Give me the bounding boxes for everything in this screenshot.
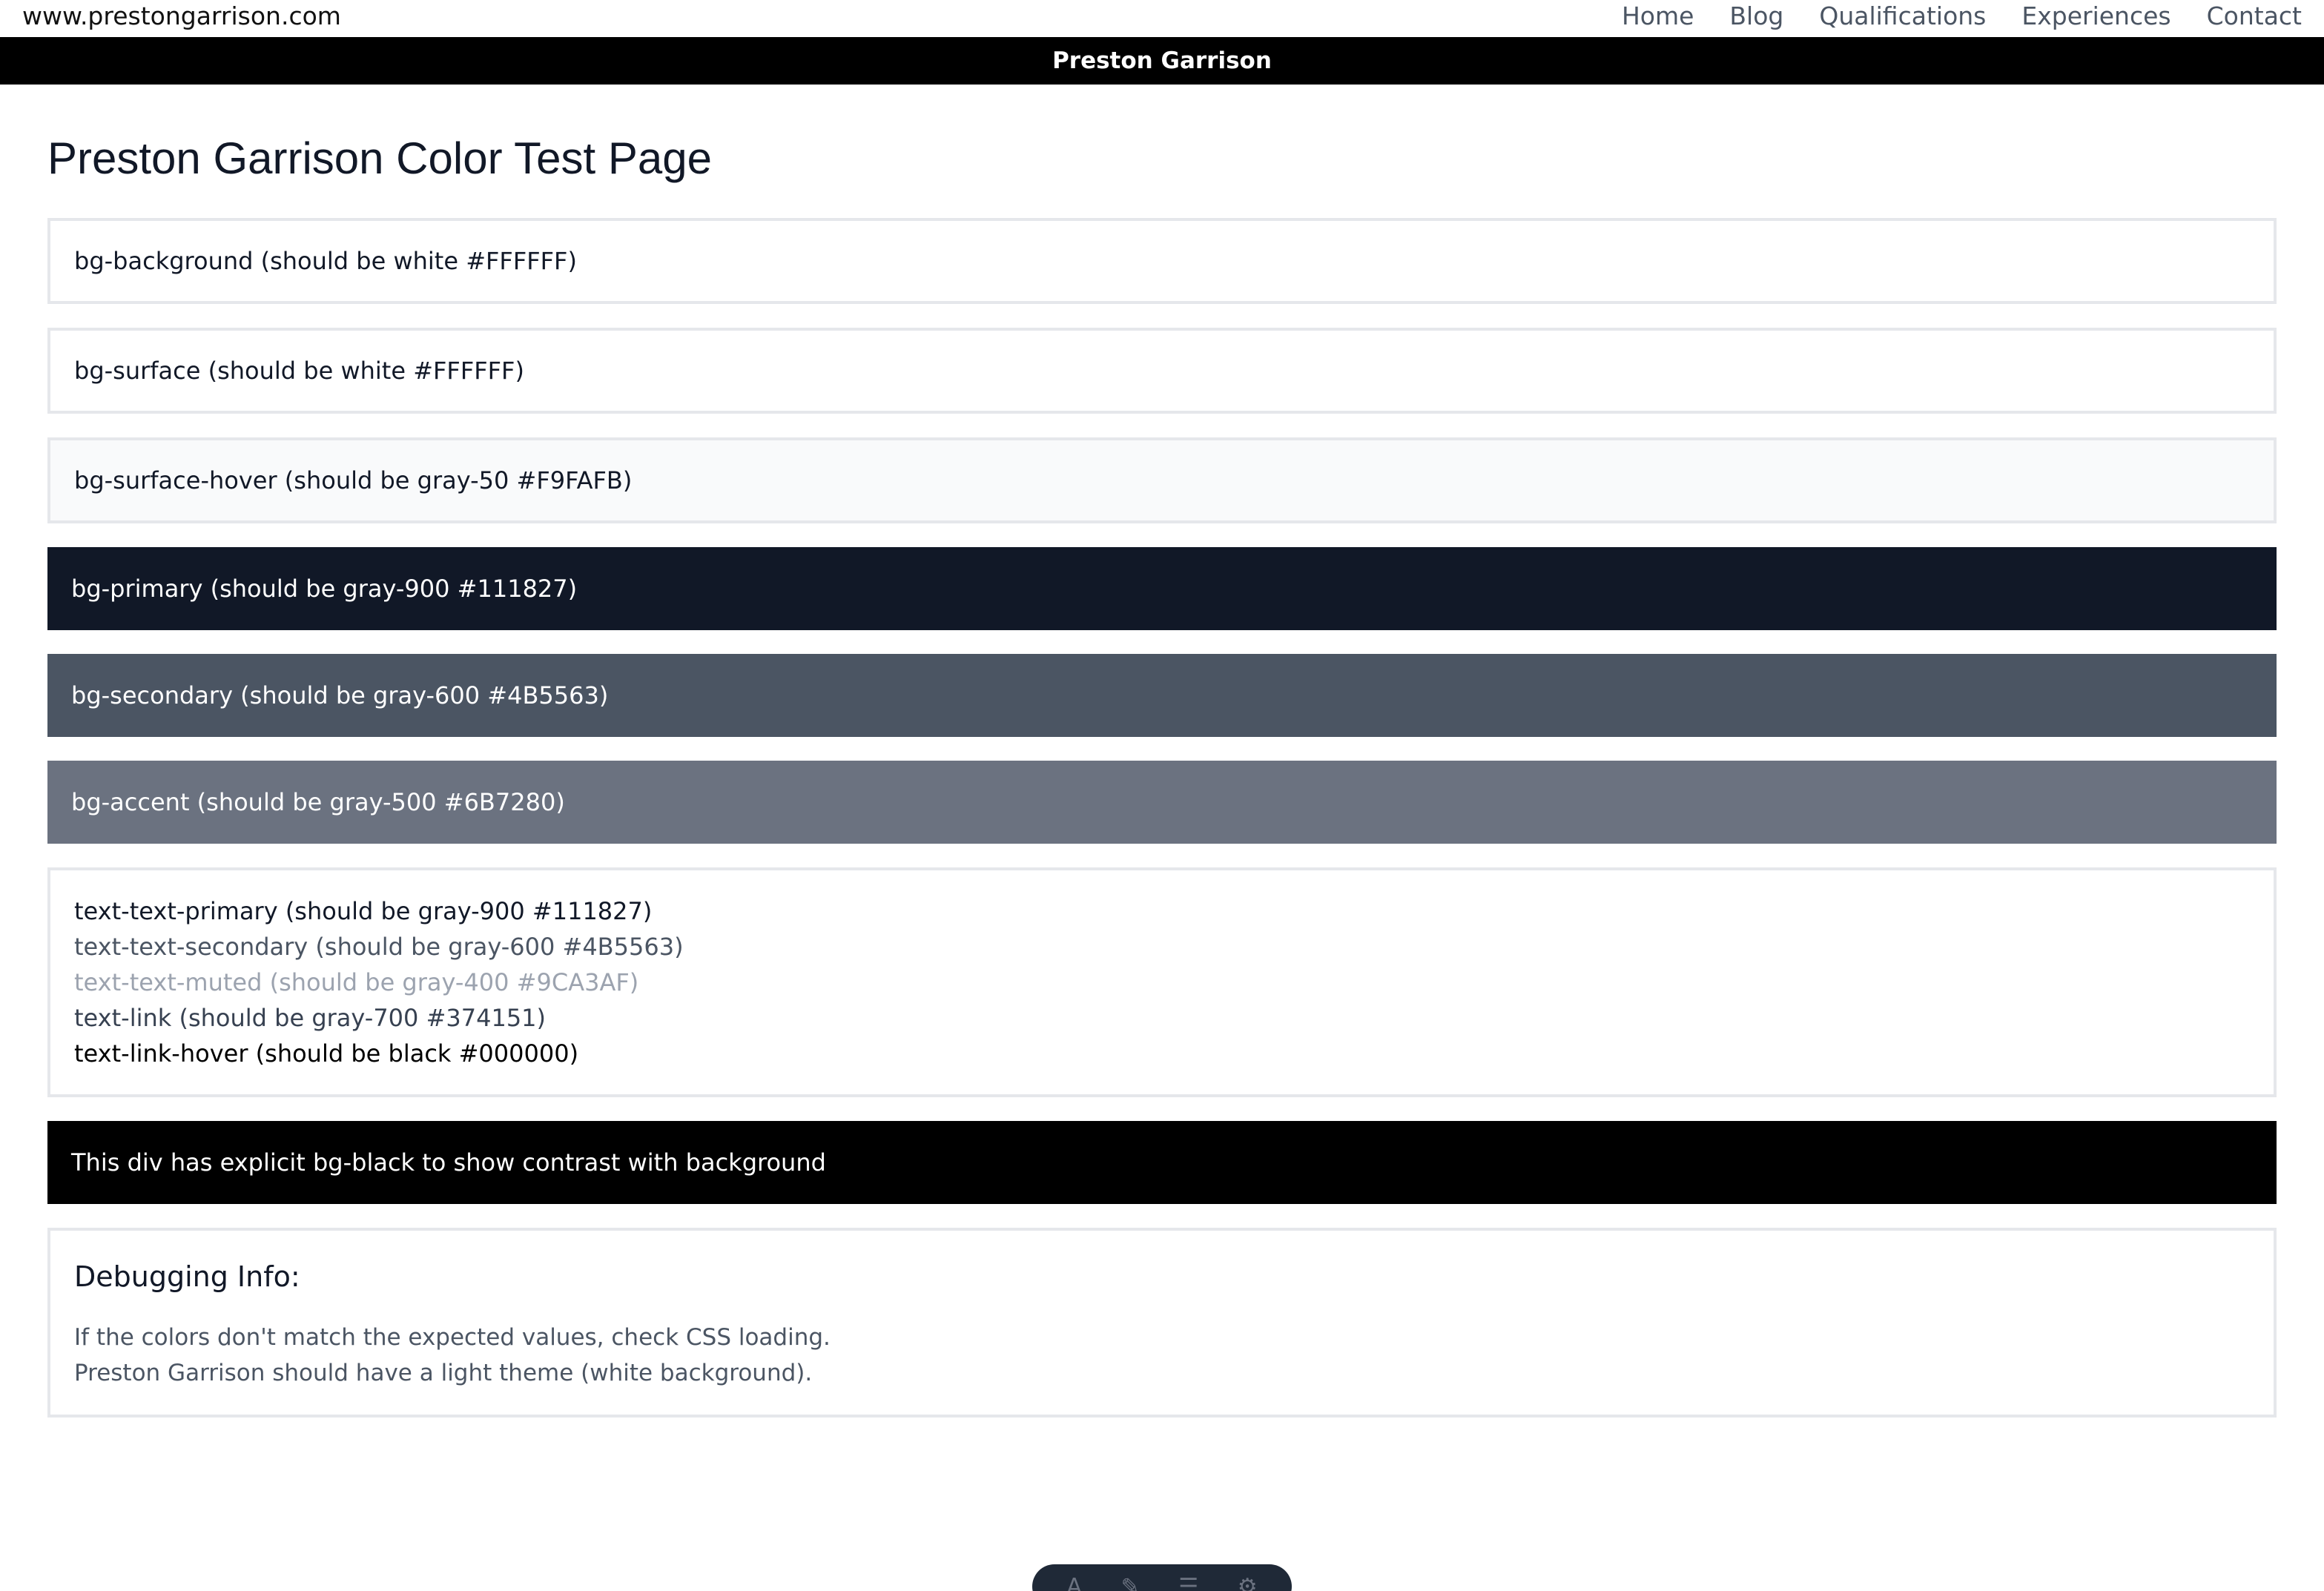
swatch-label: bg-surface-hover (should be gray-50 #F9F…: [74, 466, 633, 494]
top-bar: www.prestongarrison.com Home Blog Qualif…: [0, 0, 2324, 37]
debug-title: Debugging Info:: [74, 1260, 300, 1293]
swatch-label: bg-primary (should be gray-900 #111827): [71, 575, 578, 603]
text-primary-sample: text-text-primary (should be gray-900 #1…: [74, 897, 653, 925]
text-muted-sample: text-text-muted (should be gray-400 #9CA…: [74, 968, 639, 996]
site-url[interactable]: www.prestongarrison.com: [22, 1, 341, 30]
black-contrast-box: This div has explicit bg-black to show c…: [47, 1121, 2277, 1204]
swatch-bg-background: bg-background (should be white #FFFFFF): [47, 218, 2277, 304]
settings-icon[interactable]: ⚙: [1238, 1574, 1258, 1591]
swatch-bg-surface-hover: bg-surface-hover (should be gray-50 #F9F…: [47, 437, 2277, 523]
swatch-bg-accent: bg-accent (should be gray-500 #6B7280): [47, 761, 2277, 844]
swatch-bg-primary: bg-primary (should be gray-900 #111827): [47, 547, 2277, 630]
text-link-sample: text-link (should be gray-700 #374151): [74, 1004, 547, 1032]
text-color-samples: text-text-primary (should be gray-900 #1…: [47, 867, 2277, 1097]
nav-blog-link[interactable]: Blog: [1729, 1, 1783, 30]
swatch-label: bg-accent (should be gray-500 #6B7280): [71, 788, 565, 816]
floating-toolbar: A ✎ ☰ ⚙: [1032, 1564, 1292, 1591]
text-icon[interactable]: A: [1066, 1574, 1082, 1591]
main-content: Preston Garrison Color Test Page bg-back…: [47, 111, 2277, 1418]
swatch-bg-secondary: bg-secondary (should be gray-600 #4B5563…: [47, 654, 2277, 737]
brand-title: Preston Garrison: [1052, 47, 1272, 74]
menu-icon[interactable]: ☰: [1178, 1574, 1198, 1591]
brush-icon[interactable]: ✎: [1120, 1574, 1139, 1591]
black-box-text: This div has explicit bg-black to show c…: [71, 1148, 826, 1177]
nav-experiences-link[interactable]: Experiences: [2021, 1, 2171, 30]
nav-contact-link[interactable]: Contact: [2207, 1, 2302, 30]
swatch-label: bg-surface (should be white #FFFFFF): [74, 357, 524, 385]
debug-line-1: If the colors don't match the expected v…: [74, 1324, 831, 1351]
text-secondary-sample: text-text-secondary (should be gray-600 …: [74, 933, 684, 961]
page-title: Preston Garrison Color Test Page: [47, 133, 712, 183]
swatch-label: bg-secondary (should be gray-600 #4B5563…: [71, 681, 609, 710]
nav-qualifications-link[interactable]: Qualifications: [1819, 1, 1986, 30]
main-nav: Home Blog Qualifications Experiences Con…: [1622, 1, 2302, 30]
brand-bar: Preston Garrison: [0, 37, 2324, 85]
debug-line-2: Preston Garrison should have a light the…: [74, 1360, 813, 1386]
debug-info-panel: Debugging Info: If the colors don't matc…: [47, 1228, 2277, 1418]
nav-home-link[interactable]: Home: [1622, 1, 1694, 30]
swatch-bg-surface: bg-surface (should be white #FFFFFF): [47, 328, 2277, 414]
swatch-label: bg-background (should be white #FFFFFF): [74, 247, 577, 275]
text-link-hover-sample: text-link-hover (should be black #000000…: [74, 1039, 579, 1068]
